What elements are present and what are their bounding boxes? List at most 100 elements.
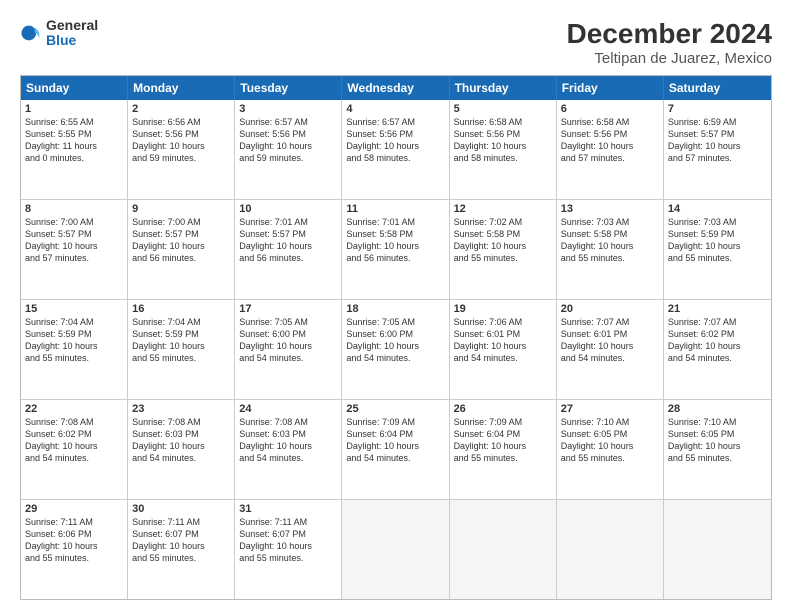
logo-general: General xyxy=(46,18,98,33)
cal-header-monday: Monday xyxy=(128,76,235,100)
day-number: 1 xyxy=(25,103,123,115)
cal-week-2: 8Sunrise: 7:00 AMSunset: 5:57 PMDaylight… xyxy=(21,200,771,300)
day-number: 13 xyxy=(561,203,659,215)
cell-details: Sunrise: 7:03 AMSunset: 5:58 PMDaylight:… xyxy=(561,216,659,265)
cal-cell-12: 12Sunrise: 7:02 AMSunset: 5:58 PMDayligh… xyxy=(450,200,557,299)
cell-details: Sunrise: 6:57 AMSunset: 5:56 PMDaylight:… xyxy=(239,116,337,165)
day-number: 30 xyxy=(132,503,230,515)
header: General Blue December 2024 Teltipan de J… xyxy=(20,18,772,67)
cal-cell-17: 17Sunrise: 7:05 AMSunset: 6:00 PMDayligh… xyxy=(235,300,342,399)
cal-week-4: 22Sunrise: 7:08 AMSunset: 6:02 PMDayligh… xyxy=(21,400,771,500)
day-number: 24 xyxy=(239,403,337,415)
cell-details: Sunrise: 7:10 AMSunset: 6:05 PMDaylight:… xyxy=(561,416,659,465)
day-number: 29 xyxy=(25,503,123,515)
subtitle: Teltipan de Juarez, Mexico xyxy=(567,50,772,67)
cal-cell-30: 30Sunrise: 7:11 AMSunset: 6:07 PMDayligh… xyxy=(128,500,235,599)
cal-cell-9: 9Sunrise: 7:00 AMSunset: 5:57 PMDaylight… xyxy=(128,200,235,299)
cal-cell-empty xyxy=(664,500,771,599)
cal-cell-8: 8Sunrise: 7:00 AMSunset: 5:57 PMDaylight… xyxy=(21,200,128,299)
cal-cell-empty xyxy=(342,500,449,599)
cal-week-1: 1Sunrise: 6:55 AMSunset: 5:55 PMDaylight… xyxy=(21,100,771,200)
cal-week-5: 29Sunrise: 7:11 AMSunset: 6:06 PMDayligh… xyxy=(21,500,771,599)
cal-cell-22: 22Sunrise: 7:08 AMSunset: 6:02 PMDayligh… xyxy=(21,400,128,499)
day-number: 21 xyxy=(668,303,767,315)
page: General Blue December 2024 Teltipan de J… xyxy=(0,0,792,612)
day-number: 16 xyxy=(132,303,230,315)
cal-cell-18: 18Sunrise: 7:05 AMSunset: 6:00 PMDayligh… xyxy=(342,300,449,399)
cell-details: Sunrise: 7:00 AMSunset: 5:57 PMDaylight:… xyxy=(25,216,123,265)
cell-details: Sunrise: 7:04 AMSunset: 5:59 PMDaylight:… xyxy=(25,316,123,365)
cal-cell-5: 5Sunrise: 6:58 AMSunset: 5:56 PMDaylight… xyxy=(450,100,557,199)
day-number: 14 xyxy=(668,203,767,215)
cell-details: Sunrise: 6:58 AMSunset: 5:56 PMDaylight:… xyxy=(561,116,659,165)
cell-details: Sunrise: 7:07 AMSunset: 6:01 PMDaylight:… xyxy=(561,316,659,365)
day-number: 18 xyxy=(346,303,444,315)
cal-cell-3: 3Sunrise: 6:57 AMSunset: 5:56 PMDaylight… xyxy=(235,100,342,199)
day-number: 28 xyxy=(668,403,767,415)
cell-details: Sunrise: 7:06 AMSunset: 6:01 PMDaylight:… xyxy=(454,316,552,365)
cal-header-friday: Friday xyxy=(557,76,664,100)
cell-details: Sunrise: 7:00 AMSunset: 5:57 PMDaylight:… xyxy=(132,216,230,265)
cal-cell-26: 26Sunrise: 7:09 AMSunset: 6:04 PMDayligh… xyxy=(450,400,557,499)
cell-details: Sunrise: 7:04 AMSunset: 5:59 PMDaylight:… xyxy=(132,316,230,365)
day-number: 10 xyxy=(239,203,337,215)
cell-details: Sunrise: 7:08 AMSunset: 6:02 PMDaylight:… xyxy=(25,416,123,465)
cell-details: Sunrise: 6:58 AMSunset: 5:56 PMDaylight:… xyxy=(454,116,552,165)
cal-cell-14: 14Sunrise: 7:03 AMSunset: 5:59 PMDayligh… xyxy=(664,200,771,299)
day-number: 9 xyxy=(132,203,230,215)
cell-details: Sunrise: 7:03 AMSunset: 5:59 PMDaylight:… xyxy=(668,216,767,265)
cal-cell-20: 20Sunrise: 7:07 AMSunset: 6:01 PMDayligh… xyxy=(557,300,664,399)
cal-cell-27: 27Sunrise: 7:10 AMSunset: 6:05 PMDayligh… xyxy=(557,400,664,499)
cell-details: Sunrise: 7:08 AMSunset: 6:03 PMDaylight:… xyxy=(132,416,230,465)
cal-cell-13: 13Sunrise: 7:03 AMSunset: 5:58 PMDayligh… xyxy=(557,200,664,299)
day-number: 4 xyxy=(346,103,444,115)
day-number: 12 xyxy=(454,203,552,215)
cal-cell-28: 28Sunrise: 7:10 AMSunset: 6:05 PMDayligh… xyxy=(664,400,771,499)
cell-details: Sunrise: 7:08 AMSunset: 6:03 PMDaylight:… xyxy=(239,416,337,465)
main-title: December 2024 xyxy=(567,18,772,50)
day-number: 19 xyxy=(454,303,552,315)
day-number: 11 xyxy=(346,203,444,215)
cal-cell-11: 11Sunrise: 7:01 AMSunset: 5:58 PMDayligh… xyxy=(342,200,449,299)
day-number: 3 xyxy=(239,103,337,115)
cell-details: Sunrise: 7:09 AMSunset: 6:04 PMDaylight:… xyxy=(454,416,552,465)
cell-details: Sunrise: 7:11 AMSunset: 6:07 PMDaylight:… xyxy=(132,516,230,565)
cal-header-tuesday: Tuesday xyxy=(235,76,342,100)
cal-cell-1: 1Sunrise: 6:55 AMSunset: 5:55 PMDaylight… xyxy=(21,100,128,199)
cal-cell-29: 29Sunrise: 7:11 AMSunset: 6:06 PMDayligh… xyxy=(21,500,128,599)
day-number: 25 xyxy=(346,403,444,415)
cal-cell-7: 7Sunrise: 6:59 AMSunset: 5:57 PMDaylight… xyxy=(664,100,771,199)
cal-cell-24: 24Sunrise: 7:08 AMSunset: 6:03 PMDayligh… xyxy=(235,400,342,499)
cal-cell-31: 31Sunrise: 7:11 AMSunset: 6:07 PMDayligh… xyxy=(235,500,342,599)
cell-details: Sunrise: 7:01 AMSunset: 5:58 PMDaylight:… xyxy=(346,216,444,265)
cell-details: Sunrise: 7:05 AMSunset: 6:00 PMDaylight:… xyxy=(346,316,444,365)
cal-header-sunday: Sunday xyxy=(21,76,128,100)
cell-details: Sunrise: 7:11 AMSunset: 6:07 PMDaylight:… xyxy=(239,516,337,565)
day-number: 7 xyxy=(668,103,767,115)
cal-header-thursday: Thursday xyxy=(450,76,557,100)
cal-header-saturday: Saturday xyxy=(664,76,771,100)
calendar: SundayMondayTuesdayWednesdayThursdayFrid… xyxy=(20,75,772,600)
logo-blue: Blue xyxy=(46,33,98,48)
day-number: 15 xyxy=(25,303,123,315)
logo: General Blue xyxy=(20,18,98,49)
cell-details: Sunrise: 7:11 AMSunset: 6:06 PMDaylight:… xyxy=(25,516,123,565)
cal-cell-2: 2Sunrise: 6:56 AMSunset: 5:56 PMDaylight… xyxy=(128,100,235,199)
day-number: 6 xyxy=(561,103,659,115)
calendar-body: 1Sunrise: 6:55 AMSunset: 5:55 PMDaylight… xyxy=(21,100,771,599)
cell-details: Sunrise: 7:05 AMSunset: 6:00 PMDaylight:… xyxy=(239,316,337,365)
day-number: 27 xyxy=(561,403,659,415)
day-number: 31 xyxy=(239,503,337,515)
day-number: 5 xyxy=(454,103,552,115)
cell-details: Sunrise: 7:07 AMSunset: 6:02 PMDaylight:… xyxy=(668,316,767,365)
day-number: 22 xyxy=(25,403,123,415)
cell-details: Sunrise: 6:59 AMSunset: 5:57 PMDaylight:… xyxy=(668,116,767,165)
cal-cell-25: 25Sunrise: 7:09 AMSunset: 6:04 PMDayligh… xyxy=(342,400,449,499)
day-number: 2 xyxy=(132,103,230,115)
cal-cell-10: 10Sunrise: 7:01 AMSunset: 5:57 PMDayligh… xyxy=(235,200,342,299)
cal-cell-empty xyxy=(450,500,557,599)
cell-details: Sunrise: 7:09 AMSunset: 6:04 PMDaylight:… xyxy=(346,416,444,465)
cal-cell-21: 21Sunrise: 7:07 AMSunset: 6:02 PMDayligh… xyxy=(664,300,771,399)
cal-cell-23: 23Sunrise: 7:08 AMSunset: 6:03 PMDayligh… xyxy=(128,400,235,499)
cell-details: Sunrise: 6:56 AMSunset: 5:56 PMDaylight:… xyxy=(132,116,230,165)
